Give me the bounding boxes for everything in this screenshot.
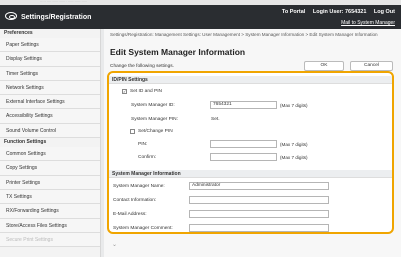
app-title: Settings/Registration: [21, 14, 92, 21]
to-portal-link[interactable]: To Portal: [282, 9, 305, 15]
confirm-label: Confirm:: [138, 155, 157, 160]
pin-label: PIN:: [138, 142, 148, 147]
sidebar-item-sound-volume-control[interactable]: Sound Volume Control: [0, 123, 100, 139]
sidebar-item-secure-print-settings[interactable]: Secure Print Settings: [0, 232, 100, 248]
set-id-pin-checkbox[interactable]: ✓: [122, 89, 127, 94]
manager-name-label: System Manager Name:: [113, 184, 165, 189]
email-input[interactable]: [189, 210, 329, 218]
sidebar-section-preferences: Preferences: [4, 30, 33, 36]
manager-comment-label: System Manager Comment:: [113, 226, 173, 231]
manager-id-label: System Manager ID:: [131, 103, 175, 108]
confirm-hint: (Max 7 digits): [280, 155, 308, 160]
header-links: To Portal Login User: 7654321 Log Out: [276, 9, 395, 15]
manager-pin-value: Set.: [211, 117, 220, 122]
settings-form: ID/PIN Settings ✓ Set ID and PIN System …: [107, 71, 394, 234]
confirm-pin-input[interactable]: [210, 153, 277, 161]
manager-name-input[interactable]: Administrator: [189, 182, 329, 190]
manager-info-section-header: System Manager Information: [109, 170, 392, 178]
page-title: Edit System Manager Information: [110, 47, 246, 57]
contact-info-input[interactable]: [189, 196, 329, 204]
sidebar-item-printer-settings[interactable]: Printer Settings: [0, 175, 100, 190]
sidebar-item-rx-forwarding-settings[interactable]: RX/Forwarding Settings: [0, 204, 100, 219]
sidebar-item-tx-settings[interactable]: TX Settings: [0, 189, 100, 205]
sidebar-item-store-access-files-settings[interactable]: Store/Access Files Settings: [0, 218, 100, 233]
manager-id-hint: (Max 7 digits): [280, 103, 308, 108]
app-logo-icon: [5, 12, 17, 20]
mail-to-system-manager-link[interactable]: Mail to System Manager: [341, 20, 395, 26]
sidebar-item-copy-settings[interactable]: Copy Settings: [0, 161, 100, 176]
sidebar-section-function-settings: Function Settings: [4, 139, 47, 146]
sidebar-item-common-settings[interactable]: Common Settings: [0, 147, 100, 162]
scroll-down-icon[interactable]: ⌄: [112, 241, 117, 248]
sidebar-item-timer-settings[interactable]: Timer Settings: [0, 66, 100, 81]
sidebar-item-paper-settings[interactable]: Paper Settings: [0, 38, 100, 53]
change-pin-checkbox[interactable]: [130, 129, 135, 134]
sidebar-item-network-settings[interactable]: Network Settings: [0, 80, 100, 96]
sidebar-item-external-interface-settings[interactable]: External Interface Settings: [0, 95, 100, 110]
sidebar: Preferences Paper Settings Display Setti…: [0, 29, 101, 257]
checkmark-icon: ✓: [123, 89, 127, 94]
breadcrumb: Settings/Registration: Management Settin…: [110, 32, 378, 37]
cancel-button[interactable]: Cancel: [350, 61, 393, 71]
id-pin-section-header: ID/PIN Settings: [109, 76, 392, 84]
top-bar: Settings/Registration To Portal Login Us…: [0, 5, 401, 29]
contact-info-label: Contact Information:: [113, 198, 157, 203]
sidebar-item-accessibility-settings[interactable]: Accessibility Settings: [0, 109, 100, 124]
pin-input[interactable]: [210, 140, 277, 148]
log-out-link[interactable]: Log Out: [374, 9, 395, 15]
email-label: E-Mail Address:: [113, 212, 147, 217]
set-id-pin-label: Set ID and PIN: [130, 89, 162, 94]
manager-pin-label: System Manager PIN:: [131, 117, 178, 122]
login-user-text: Login User: 7654321: [312, 9, 367, 15]
manager-id-input[interactable]: 7654321: [210, 101, 277, 109]
ok-button[interactable]: OK: [304, 61, 344, 71]
sidebar-item-display-settings[interactable]: Display Settings: [0, 52, 100, 67]
manager-comment-input[interactable]: [189, 224, 329, 232]
instruction-text: Change the following settings.: [110, 64, 174, 69]
change-pin-label: Set/Change PIN: [138, 129, 173, 134]
pin-hint: (Max 7 digits): [280, 142, 308, 147]
